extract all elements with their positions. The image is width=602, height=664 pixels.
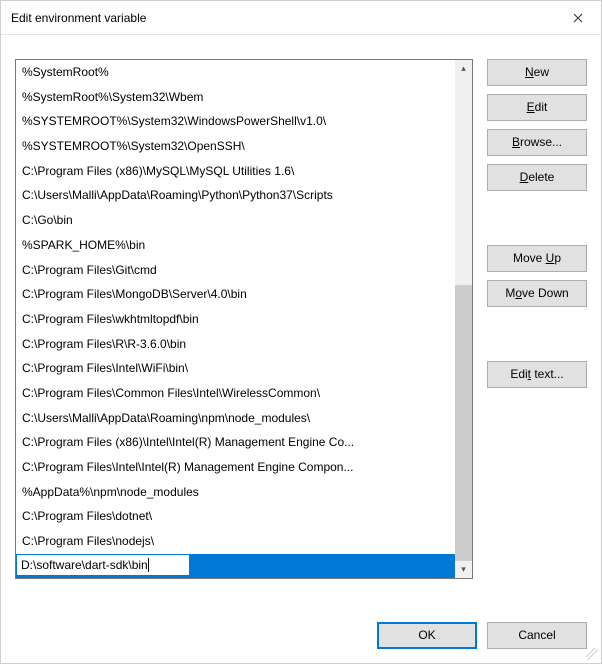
- scroll-up-arrow[interactable]: ▴: [455, 60, 472, 77]
- list-item[interactable]: %SPARK_HOME%\bin: [16, 233, 455, 258]
- scroll-down-arrow[interactable]: ▾: [455, 561, 472, 578]
- list-item[interactable]: %SystemRoot%\System32\Wbem: [16, 85, 455, 110]
- scroll-thumb[interactable]: [455, 285, 472, 561]
- list-item[interactable]: C:\Go\bin: [16, 208, 455, 233]
- list-item[interactable]: %SYSTEMROOT%\System32\OpenSSH\: [16, 134, 455, 159]
- resize-grip[interactable]: [586, 648, 598, 660]
- close-button[interactable]: [555, 1, 601, 35]
- window-title: Edit environment variable: [11, 11, 555, 25]
- browse-button[interactable]: Browse...: [487, 129, 587, 156]
- list-item[interactable]: %SYSTEMROOT%\System32\WindowsPowerShell\…: [16, 109, 455, 134]
- list-item[interactable]: C:\Program Files (x86)\Intel\Intel(R) Ma…: [16, 430, 455, 455]
- list-item[interactable]: C:\Program Files\Common Files\Intel\Wire…: [16, 381, 455, 406]
- list-item[interactable]: C:\Program Files (x86)\MySQL\MySQL Utili…: [16, 159, 455, 184]
- list-item[interactable]: C:\Program Files\nodejs\: [16, 529, 455, 554]
- list-item[interactable]: C:\Program Files\MongoDB\Server\4.0\bin: [16, 282, 455, 307]
- list-item[interactable]: C:\Program Files\dotnet\: [16, 504, 455, 529]
- edit-button[interactable]: Edit: [487, 94, 587, 121]
- scroll-track[interactable]: [455, 77, 472, 561]
- list-item[interactable]: C:\Program Files\R\R-3.6.0\bin: [16, 332, 455, 357]
- dialog-window: Edit environment variable %SystemRoot%%S…: [0, 0, 602, 664]
- list-item[interactable]: C:\Users\Malli\AppData\Roaming\Python\Py…: [16, 183, 455, 208]
- list-item[interactable]: C:\Program Files\Git\cmd: [16, 258, 455, 283]
- list-item[interactable]: %AppData%\npm\node_modules: [16, 480, 455, 505]
- move-up-button[interactable]: Move Up: [487, 245, 587, 272]
- title-bar: Edit environment variable: [1, 1, 601, 35]
- path-edit-input[interactable]: D:\software\dart-sdk\bin: [16, 554, 190, 576]
- move-down-button[interactable]: Move Down: [487, 280, 587, 307]
- ok-button[interactable]: OK: [377, 622, 477, 649]
- list-item[interactable]: C:\Program Files\Intel\Intel(R) Manageme…: [16, 455, 455, 480]
- edit-text-button[interactable]: Edit text...: [487, 361, 587, 388]
- list-item[interactable]: %SystemRoot%: [16, 60, 455, 85]
- side-buttons: New Edit Browse... Delete Move Up Move D…: [487, 59, 587, 598]
- list-item[interactable]: C:\Users\Malli\AppData\Roaming\npm\node_…: [16, 406, 455, 431]
- list-item[interactable]: C:\Program Files\wkhtmltopdf\bin: [16, 307, 455, 332]
- list-item-editing[interactable]: D:\software\dart-sdk\bin: [16, 554, 455, 579]
- main-row: %SystemRoot%%SystemRoot%\System32\Wbem%S…: [15, 59, 587, 598]
- cancel-button[interactable]: Cancel: [487, 622, 587, 649]
- dialog-footer: OK Cancel: [15, 598, 587, 649]
- list-item[interactable]: C:\Program Files\Intel\WiFi\bin\: [16, 356, 455, 381]
- path-list[interactable]: %SystemRoot%%SystemRoot%\System32\Wbem%S…: [15, 59, 473, 579]
- delete-button[interactable]: Delete: [487, 164, 587, 191]
- new-button[interactable]: New: [487, 59, 587, 86]
- dialog-content: %SystemRoot%%SystemRoot%\System32\Wbem%S…: [1, 35, 601, 663]
- scrollbar[interactable]: ▴ ▾: [455, 60, 472, 578]
